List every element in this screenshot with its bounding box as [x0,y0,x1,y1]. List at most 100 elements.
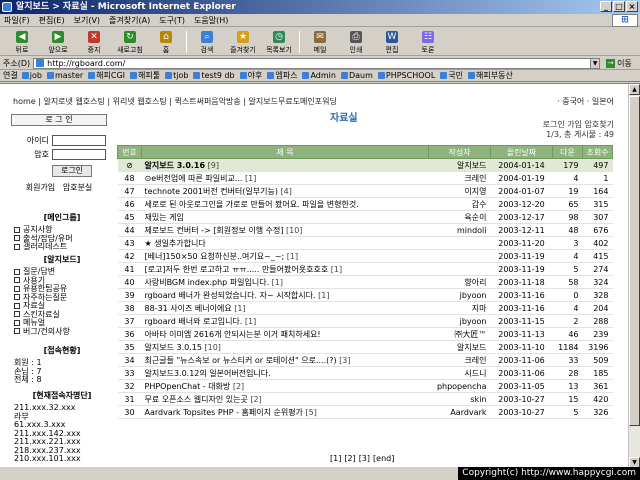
row-title-cell[interactable]: ★ 생일추가합니다 [141,236,429,250]
row-title[interactable]: ★ 생일추가합니다 [145,239,206,248]
row-author[interactable]: 크레인 [428,353,491,367]
toolbar-discuss-button[interactable]: ☷ 토론 [410,29,446,55]
table-row[interactable]: 47 technote 2001버전 컨버터(일부기능) [4] 이지영 2004-0… [117,184,613,198]
row-title[interactable]: 최근글들 "뉴스속보 or 뉴스티커 or 로테이션" 으로....(?) [145,356,337,365]
row-author[interactable]: Aardvark [428,405,491,419]
table-row[interactable]: ⊘ 알지보드 3.0.16 [9] 알지보드 2004-01-14 179 497 [117,158,613,172]
link-item[interactable]: 야후 [239,70,262,81]
link-item[interactable]: 국민 [440,70,463,81]
table-row[interactable]: 37 rgboard 배너와 로고입니다. [1] jbyoon 2003-11-15… [117,314,613,328]
table-row[interactable]: 41 [로고]저두 한번 로고하고 ㅠㅠ..... 만들어봤어욧호호호 [1] 20… [117,262,613,276]
vertical-scrollbar[interactable]: ▲ ▼ [628,84,640,467]
row-title[interactable]: 아바타 이미엠 2616개 안되시는분 이거 패치하세요! [145,330,321,339]
maximize-button[interactable]: □ [613,1,625,12]
row-author[interactable]: 갑수 [428,197,491,211]
row-title[interactable]: ⊙e버전업에 따른 파일비교... [145,174,243,183]
address-dropdown-icon[interactable]: ▼ [590,57,601,69]
row-author[interactable]: 알지보드 [428,340,491,354]
scroll-up-icon[interactable]: ▲ [629,84,640,95]
row-title-cell[interactable]: 재밌는 게임 [141,210,429,224]
find-password-link[interactable]: 암호분실 [63,183,92,192]
table-row[interactable]: 38 88-31 사이즈 베너이에요 [1] 지마 2003-11-16 4 204 [117,301,613,315]
row-title-cell[interactable]: ⊙e버전업에 따른 파일비교... [1] [141,171,429,185]
row-author[interactable]: 향아리 [428,275,491,289]
table-row[interactable]: 31 무료 오픈소스 웹디자인 있는곳 [2] skin 2003-10-27 15 42… [117,392,613,406]
row-title-cell[interactable]: 아바타 이미엠 2616개 안되시는분 이거 패치하세요! [141,327,429,341]
toolbar-print-button[interactable]: ⎙ 인쇄 [338,29,374,55]
row-title-cell[interactable]: 알지보드 3.0.15 [10] [141,340,429,354]
row-author[interactable]: 지마 [428,301,491,315]
link-item[interactable]: 엠파스 [267,70,297,81]
row-author[interactable]: skin [428,392,491,406]
row-title-cell[interactable]: [베너]150×50 요청하신분..여기요~_~; [1] [141,249,429,263]
toolbar-forward-arrow-button[interactable]: ▶ 앞으로 [40,29,76,55]
toolbar-edit-button[interactable]: W 편집 [374,29,410,55]
sidebar-item[interactable]: 버그/건의사항 [12,327,112,337]
address-url[interactable]: http://rgboard.com/ [47,59,125,68]
row-title[interactable]: 무료 오픈소스 웹디자인 있는곳 [145,395,248,404]
row-title[interactable]: 알지보드3.0.12의 일본어버전입니다. [145,369,271,378]
link-item[interactable]: master [46,71,83,80]
row-title-cell[interactable]: technote 2001버전 컨버터(일부기능) [4] [141,184,429,198]
toolbar-back-arrow-button[interactable]: ◀ 뒤로 [4,29,40,55]
row-title[interactable]: 88-31 사이즈 베너이에요 [145,304,232,313]
row-title-cell[interactable]: 제로보드 컨버터 -> [회원정보 이행 수정] [10] [141,223,429,237]
sidebar-item[interactable]: 갤러리데스트 [12,242,112,252]
password-input[interactable] [52,149,106,160]
menu-file[interactable]: 파일(F) [4,15,30,26]
link-item[interactable]: PHPSCHOOL [377,71,435,80]
menu-edit[interactable]: 편집(E) [39,15,65,26]
row-title[interactable]: 제로보드 컨버터 -> [회원정보 이행 수정] [145,226,284,235]
row-author[interactable]: 알지보드 [428,158,491,172]
top-navigation[interactable]: home | 알지로넷 웹호스팅 | 위리넷 웹호스팅 | 퀵스트써퍼음악방송 … [13,96,337,107]
toolbar-refresh-button[interactable]: ↻ 새로고침 [112,29,148,55]
link-item[interactable]: tjob [165,71,188,80]
table-row[interactable]: 42 [베너]150×50 요청하신분..여기요~_~; [1] 2003-11-1… [117,249,613,263]
table-row[interactable]: 36 아바타 이미엠 2616개 안되시는분 이거 패치하세요! ㈜大匠™ 2003-… [117,327,613,341]
row-author[interactable]: jbyoon [428,314,491,328]
row-author[interactable]: 이지영 [428,184,491,198]
row-author[interactable]: jbyoon [428,288,491,302]
table-row[interactable]: 45 재밌는 게임 육순이 2003-12-17 98 307 [117,210,613,224]
link-item[interactable]: 해피CGI [88,70,125,81]
row-title-cell[interactable]: 세로로 된 아웃로그인을 가로로 만들어 봤어요. 파일을 변형한것. [141,197,429,211]
minimize-button[interactable]: _ [600,1,612,12]
menu-view[interactable]: 보기(V) [74,15,100,26]
close-button[interactable]: × [626,1,638,12]
toolbar-search-button[interactable]: ⌕ 검색 [189,29,225,55]
row-title-cell[interactable]: 알지보드 3.0.16 [9] [141,158,429,172]
table-row[interactable]: 46 세로로 된 아웃로그인을 가로로 만들어 봤어요. 파일을 변형한것. 갑수 2… [117,197,613,211]
table-row[interactable]: 34 최근글들 "뉴스속보 or 뉴스티커 or 로테이션" 으로....(?) … [117,353,613,367]
row-title[interactable]: 세로로 된 아웃로그인을 가로로 만들어 봤어요. 파일을 변형한것. [145,200,359,209]
page-link[interactable]: [end] [373,454,394,463]
link-item[interactable]: Daum [340,71,373,80]
table-row[interactable]: 44 제로보드 컨버터 -> [회원정보 이행 수정] [10] mindoli 20… [117,223,613,237]
row-title-cell[interactable]: [로고]저두 한번 로고하고 ㅠㅠ..... 만들어봤어욧호호호 [1] [141,262,429,276]
table-row[interactable]: 40 사랑비BGM index.php 파일입니다. [1] 향아리 2003-11-… [117,275,613,289]
row-title[interactable]: rgboard 배너가 완성되었습니다. 자~ 시작합시다. [145,291,316,300]
language-links[interactable]: · 중국어 · 일본어 [557,96,614,107]
row-title[interactable]: 재밌는 게임 [145,213,184,222]
toolbar-home-button[interactable]: ⌂ 홈 [148,29,184,55]
row-title[interactable]: [로고]저두 한번 로고하고 ㅠㅠ..... 만들어봤어욧호호호 [145,265,329,274]
link-item[interactable]: test9 db [193,71,235,80]
row-author[interactable]: ㈜大匠™ [428,327,491,341]
row-title[interactable]: technote 2001버전 컨버터(일부기능) [145,187,278,196]
link-item[interactable]: 해피툴 [130,70,160,81]
row-title[interactable]: Aardvark Topsites PHP - 홈페이지 순위평가 [145,408,303,417]
row-title-cell[interactable]: rgboard 배너와 로고입니다. [1] [141,314,429,328]
page-link[interactable]: [3] [359,454,370,463]
row-title-cell[interactable]: PHPOpenChat - 대화방 [2] [141,379,429,393]
row-title[interactable]: 알지보드 3.0.16 [145,161,206,170]
row-author[interactable] [428,249,491,263]
table-row[interactable]: 39 rgboard 배너가 완성되었습니다. 자~ 시작합시다. [1] jbyo… [117,288,613,302]
row-title-cell[interactable]: 무료 오픈소스 웹디자인 있는곳 [2] [141,392,429,406]
scroll-thumb[interactable] [629,96,640,426]
table-row[interactable]: 32 PHPOpenChat - 대화방 [2] phpopencha 2003-11… [117,379,613,393]
row-title-cell[interactable]: 사랑비BGM index.php 파일입니다. [1] [141,275,429,289]
table-row[interactable]: 43 ★ 생일추가합니다 2003-11-20 3 402 [117,236,613,250]
toolbar-stop-button[interactable]: ✕ 중지 [76,29,112,55]
menu-tools[interactable]: 도구(T) [159,15,185,26]
row-title[interactable]: PHPOpenChat - 대화방 [145,382,231,391]
menu-favorites[interactable]: 즐겨찾기(A) [109,15,150,26]
